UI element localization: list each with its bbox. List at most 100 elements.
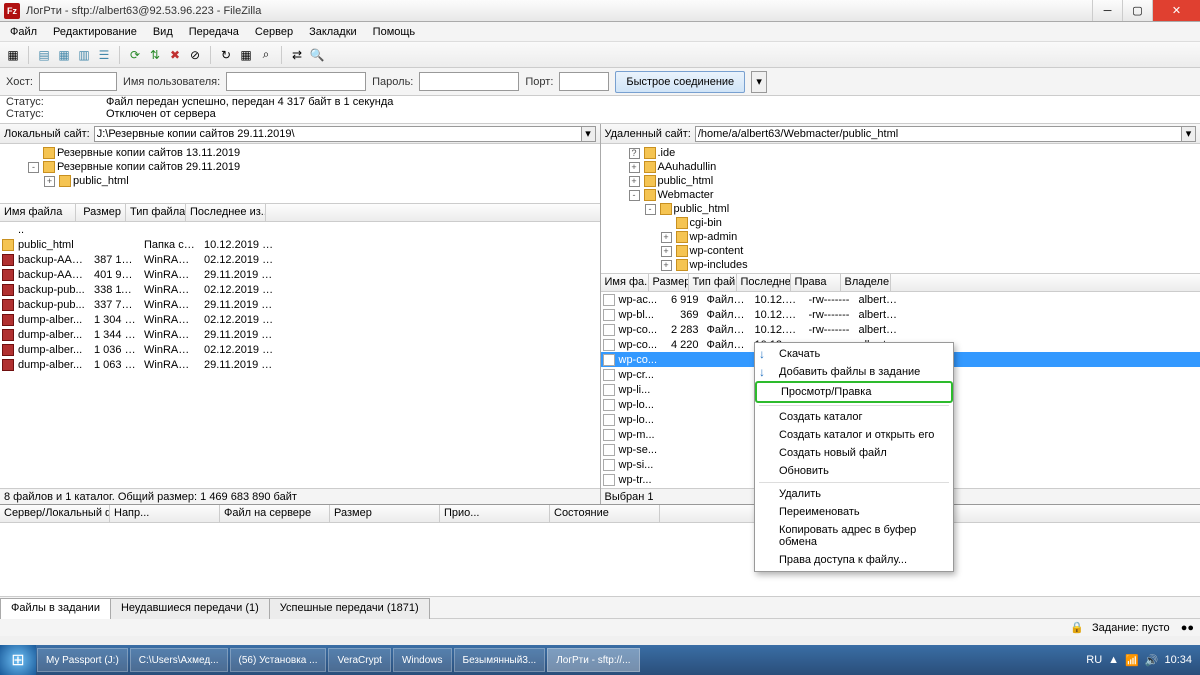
taskbar-item[interactable]: My Passport (J:) bbox=[37, 648, 128, 672]
quickconnect-dropdown[interactable]: ▾ bbox=[751, 71, 767, 93]
menu-item[interactable]: Переименовать bbox=[755, 503, 953, 521]
remote-path-dropdown[interactable]: ▾ bbox=[1182, 126, 1196, 142]
reconnect-icon[interactable]: ↻ bbox=[217, 46, 235, 64]
menu-Закладки[interactable]: Закладки bbox=[303, 24, 363, 40]
col-header[interactable]: Владеле... bbox=[841, 274, 891, 291]
local-header[interactable]: Имя файлаРазмерТип файлаПоследнее из... bbox=[0, 204, 600, 222]
toggle-tree-icon[interactable]: ▦ bbox=[55, 46, 73, 64]
queue-tab[interactable]: Неудавшиеся передачи (1) bbox=[110, 598, 270, 619]
col-header[interactable]: Имя файла bbox=[0, 204, 76, 221]
list-item[interactable]: wp-ac...6 919Файл "P...10.12.2019 ...-rw… bbox=[601, 292, 1200, 307]
col-header[interactable]: Последнее... bbox=[737, 274, 791, 291]
col-header[interactable]: Сервер/Локальный фа... bbox=[0, 505, 110, 522]
user-input[interactable] bbox=[226, 72, 366, 91]
col-header[interactable]: Файл на сервере bbox=[220, 505, 330, 522]
col-header[interactable]: Напр... bbox=[110, 505, 220, 522]
tree-node[interactable]: - public_html bbox=[605, 202, 1197, 216]
col-header[interactable]: Прио... bbox=[440, 505, 550, 522]
col-header[interactable]: Последнее из... bbox=[186, 204, 266, 221]
list-item[interactable]: backup-AAu...387 133 ...WinRAR arc...02.… bbox=[0, 252, 600, 267]
tree-node[interactable]: + wp-content bbox=[605, 244, 1197, 258]
col-header[interactable]: Имя фа... bbox=[601, 274, 649, 291]
local-path-dropdown[interactable]: ▾ bbox=[582, 126, 596, 142]
minimize-button[interactable]: ─ bbox=[1092, 0, 1122, 21]
tree-node[interactable]: - Резервные копии сайтов 29.11.2019 bbox=[4, 160, 596, 174]
taskbar-item[interactable]: Windows bbox=[393, 648, 452, 672]
disconnect-icon[interactable]: ⊘ bbox=[186, 46, 204, 64]
local-tree[interactable]: Резервные копии сайтов 13.11.2019- Резер… bbox=[0, 144, 600, 204]
menu-item[interactable]: Копировать адрес в буфер обмена bbox=[755, 521, 953, 551]
transfer-header[interactable]: Сервер/Локальный фа...Напр...Файл на сер… bbox=[0, 505, 1200, 523]
col-header[interactable]: Тип фай... bbox=[689, 274, 737, 291]
quickconnect-button[interactable]: Быстрое соединение bbox=[615, 71, 745, 93]
pass-input[interactable] bbox=[419, 72, 519, 91]
list-item[interactable]: dump-alber...1 344 326WinRAR arc...29.11… bbox=[0, 327, 600, 342]
find-icon[interactable]: 🔍 bbox=[308, 46, 326, 64]
start-button[interactable]: ⊞ bbox=[0, 645, 36, 675]
taskbar-item[interactable]: ЛогРти - sftp://... bbox=[547, 648, 639, 672]
menu-item[interactable]: Создать новый файл bbox=[755, 444, 953, 462]
list-item[interactable]: backup-pub...338 114 ...WinRAR arc...02.… bbox=[0, 282, 600, 297]
queue-tab[interactable]: Файлы в задании bbox=[0, 598, 111, 619]
list-item[interactable]: dump-alber...1 063 798WinRAR arc...29.11… bbox=[0, 357, 600, 372]
menu-Передача[interactable]: Передача bbox=[183, 24, 245, 40]
taskbar-item[interactable]: Безымянный3... bbox=[454, 648, 546, 672]
tree-node[interactable]: ? .ide bbox=[605, 146, 1197, 160]
list-item[interactable]: .. bbox=[0, 222, 600, 237]
list-item[interactable]: dump-alber...1 304 496WinRAR arc...02.12… bbox=[0, 312, 600, 327]
refresh-icon[interactable]: ⟳ bbox=[126, 46, 144, 64]
toggle-log-icon[interactable]: ▤ bbox=[35, 46, 53, 64]
menu-Сервер[interactable]: Сервер bbox=[249, 24, 299, 40]
tree-node[interactable]: + public_html bbox=[605, 174, 1197, 188]
menu-item[interactable]: Создать каталог bbox=[755, 408, 953, 426]
host-input[interactable] bbox=[39, 72, 117, 91]
taskbar-item[interactable]: (56) Установка ... bbox=[230, 648, 327, 672]
filter-icon[interactable]: ▦ bbox=[237, 46, 255, 64]
context-menu[interactable]: ↓Скачать↓Добавить файлы в заданиеПросмот… bbox=[754, 342, 954, 572]
tree-node[interactable]: + public_html bbox=[4, 174, 596, 188]
list-item[interactable]: backup-pub...337 725 ...WinRAR arc...29.… bbox=[0, 297, 600, 312]
toggle-remote-icon[interactable]: ▥ bbox=[75, 46, 93, 64]
tree-node[interactable]: + wp-admin bbox=[605, 230, 1197, 244]
col-header[interactable]: Права bbox=[791, 274, 841, 291]
local-list[interactable]: ..public_htmlПапка с фа...10.12.2019 10:… bbox=[0, 222, 600, 488]
remote-header[interactable]: Имя фа...РазмерТип фай...Последнее...Пра… bbox=[601, 274, 1200, 292]
menu-item[interactable]: ↓Скачать bbox=[755, 345, 953, 363]
local-path-input[interactable] bbox=[94, 126, 582, 142]
cancel-icon[interactable]: ✖ bbox=[166, 46, 184, 64]
queue-tab[interactable]: Успешные передачи (1871) bbox=[269, 598, 430, 619]
col-header[interactable]: Размер bbox=[649, 274, 689, 291]
col-header[interactable]: Состояние bbox=[550, 505, 660, 522]
sitemanager-icon[interactable]: ▦ bbox=[4, 46, 22, 64]
tree-node[interactable]: - Webmacter bbox=[605, 188, 1197, 202]
tree-node[interactable]: Резервные копии сайтов 13.11.2019 bbox=[4, 146, 596, 160]
tray-lang[interactable]: RU bbox=[1086, 654, 1102, 666]
list-item[interactable]: public_htmlПапка с фа...10.12.2019 10:..… bbox=[0, 237, 600, 252]
sync-icon[interactable]: ⇄ bbox=[288, 46, 306, 64]
list-item[interactable]: backup-AAu...401 960 ...WinRAR arc...29.… bbox=[0, 267, 600, 282]
menu-Редактирование[interactable]: Редактирование bbox=[47, 24, 143, 40]
menu-item[interactable]: Создать каталог и открыть его bbox=[755, 426, 953, 444]
close-button[interactable]: ✕ bbox=[1152, 0, 1200, 21]
tree-node[interactable]: + AAuhadullin bbox=[605, 160, 1197, 174]
maximize-button[interactable]: ▢ bbox=[1122, 0, 1152, 21]
compare-icon[interactable]: ⌕ bbox=[257, 46, 275, 64]
col-header[interactable]: Тип файла bbox=[126, 204, 186, 221]
menu-item[interactable]: Права доступа к файлу... bbox=[755, 551, 953, 569]
menu-Помощь[interactable]: Помощь bbox=[367, 24, 422, 40]
taskbar-item[interactable]: C:\Users\Ахмед... bbox=[130, 648, 228, 672]
menu-Файл[interactable]: Файл bbox=[4, 24, 43, 40]
tree-node[interactable]: cgi-bin bbox=[605, 216, 1197, 230]
list-item[interactable]: wp-co...2 283Файл "P...10.12.2019 ...-rw… bbox=[601, 322, 1200, 337]
remote-tree[interactable]: ? .ide+ AAuhadullin+ public_html- Webmac… bbox=[601, 144, 1200, 274]
port-input[interactable] bbox=[559, 72, 609, 91]
list-item[interactable]: dump-alber...1 036 870WinRAR arc...02.12… bbox=[0, 342, 600, 357]
tree-node[interactable]: + wp-includes bbox=[605, 258, 1197, 272]
process-queue-icon[interactable]: ⇅ bbox=[146, 46, 164, 64]
menu-item[interactable]: ↓Добавить файлы в задание bbox=[755, 363, 953, 381]
menu-item[interactable]: Удалить bbox=[755, 485, 953, 503]
col-header[interactable]: Размер bbox=[76, 204, 126, 221]
toggle-queue-icon[interactable]: ☰ bbox=[95, 46, 113, 64]
menu-item[interactable]: Просмотр/Правка bbox=[755, 381, 953, 403]
taskbar-item[interactable]: VeraCrypt bbox=[328, 648, 390, 672]
